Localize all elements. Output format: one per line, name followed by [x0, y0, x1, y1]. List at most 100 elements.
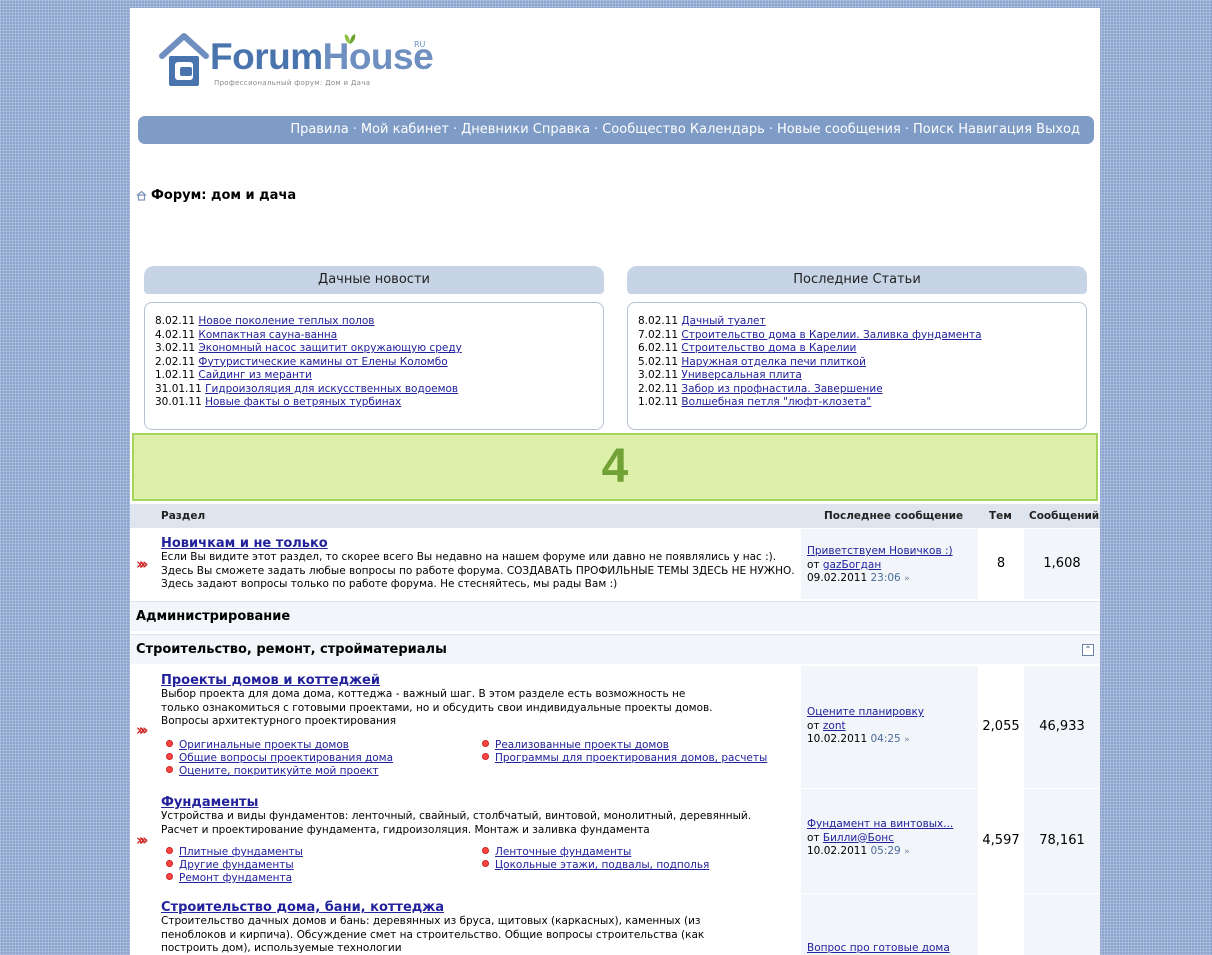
article-link[interactable]: Строительство дома в Карелии. Заливка фу… [681, 329, 981, 341]
forum-row-building: Строительство дома, бани, коттеджа Строи… [130, 894, 1100, 955]
subforum-link[interactable]: Другие фундаменты [166, 859, 294, 871]
house-logo-icon [159, 33, 209, 86]
forum-status-icon: »» [136, 555, 149, 573]
main-navbar: Правила · Мой кабинет · Дневники Справка · Соо… [138, 116, 1094, 144]
forum-table-header: Раздел Последнее сообщение Тем Сообщений [130, 504, 1100, 528]
article-link[interactable]: Наружная отделка печи плиткой [681, 356, 866, 368]
breadcrumb: Форум: дом и дача [136, 188, 296, 203]
news-link[interactable]: Новое поколение теплых полов [198, 315, 374, 327]
news-link[interactable]: Сайдинг из меранти [198, 369, 311, 381]
list-item: 31.01.11 Гидроизоляция для искусственных… [155, 382, 459, 395]
bullet-icon [166, 740, 173, 747]
nav-rules[interactable]: Правила [290, 122, 348, 137]
ad-banner[interactable]: 4 [132, 433, 1098, 501]
subforum-link[interactable]: Ленточные фундаменты [482, 846, 631, 858]
thread-count: 2,055 [978, 666, 1024, 788]
list-item: 1.02.11 Сайдинг из меранти [155, 369, 312, 381]
bullet-icon [482, 753, 489, 760]
news-box: 8.02.11 Новое поколение теплых полов 4.0… [144, 302, 604, 430]
nav-diaries-help[interactable]: Дневники Справка [461, 122, 590, 137]
article-link[interactable]: Строительство дома в Карелии [681, 342, 856, 354]
subforum-link[interactable]: Ремонт фундамента [166, 872, 292, 884]
list-item: 3.02.11 Экономный насос защитит окружающ… [155, 342, 462, 354]
article-link[interactable]: Волшебная петля "люфт-клозета" [681, 396, 871, 408]
nav-community-calendar[interactable]: Сообщество Календарь [602, 122, 765, 137]
logo-suffix: RU [414, 40, 426, 49]
nav-new-posts[interactable]: Новые сообщения [777, 122, 901, 137]
article-link[interactable]: Дачный туалет [681, 315, 765, 327]
forum-status-icon: »» [136, 721, 149, 739]
bullet-icon [482, 847, 489, 854]
articles-box: 8.02.11 Дачный туалет 7.02.11 Строительс… [627, 302, 1087, 430]
category-admin[interactable]: Администрирование [130, 601, 1100, 631]
forum-description: Устройства и виды фундаментов: ленточный… [161, 810, 752, 836]
news-link[interactable]: Экономный насос защитит окружающую среду [198, 342, 461, 354]
col-section: Раздел [161, 510, 206, 522]
forum-title[interactable]: Проекты домов и коттеджей [161, 673, 380, 688]
bullet-icon [482, 860, 489, 867]
forum-title[interactable]: Фундаменты [161, 795, 258, 810]
home-icon[interactable] [136, 190, 147, 201]
forum-row-foundations: »» Фундаменты Устройства и виды фундамен… [130, 789, 1100, 893]
list-item: 2.02.11 Футуристические камины от Елены … [155, 355, 448, 368]
forum-description: Строительство дачных домов и бань: дерев… [161, 915, 705, 954]
last-post-link[interactable]: Оцените планировку [807, 706, 924, 718]
nav-cabinet[interactable]: Мой кабинет [361, 122, 449, 137]
post-count: 1,608 [1024, 529, 1100, 599]
subforum-link[interactable]: Плитные фундаменты [166, 846, 303, 858]
col-posts: Сообщений [1029, 510, 1100, 522]
last-post-link[interactable]: Вопрос про готовые дома [807, 942, 950, 954]
bullet-icon [482, 740, 489, 747]
list-item: 30.01.11 Новые факты о ветряных турбинах [155, 396, 402, 408]
news-link[interactable]: Футуристические камины от Елены Коломбо [198, 356, 447, 368]
subforum-link[interactable]: Цокольные этажи, подвалы, подполья [482, 859, 709, 871]
thread-count: 8 [978, 529, 1024, 599]
bullet-icon [166, 860, 173, 867]
bullet-icon [166, 753, 173, 760]
forum-title[interactable]: Новичкам и не только [161, 536, 328, 551]
last-post-user[interactable]: Билли@Бонс [823, 832, 894, 844]
article-link[interactable]: Универсальная плита [681, 369, 801, 381]
col-threads: Тем [989, 510, 1012, 522]
logo-wordmark: ForumHouse [210, 36, 434, 77]
list-item: 8.02.11 Дачный туалет [638, 315, 766, 327]
forum-description: Если Вы видите этот раздел, то скорее вс… [161, 551, 795, 590]
last-post-link[interactable]: Фундамент на винтовых... [807, 818, 953, 830]
forum-description: Выбор проекта для дома дома, коттеджа - … [161, 688, 713, 727]
subforum-link[interactable]: Оцените, покритикуйте мой проект [166, 765, 379, 777]
subforum-link[interactable]: Программы для проектирования домов, расч… [482, 752, 767, 764]
list-item: 7.02.11 Строительство дома в Карелии. За… [638, 328, 982, 341]
last-post-link[interactable]: Приветствуем Новичков :) [807, 545, 953, 557]
last-post-info: Оцените планировку от zont 10.02.2011 04… [807, 706, 925, 745]
site-logo[interactable]: ForumHouse RU Профессиональный форум: До… [158, 26, 438, 96]
nav-search-navigation-exit[interactable]: Поиск Навигация Выход [913, 122, 1080, 137]
post-count: 46,933 [1024, 666, 1100, 788]
go-to-post-icon[interactable]: » [904, 735, 910, 745]
last-post-info: Вопрос про готовые дома [807, 942, 950, 955]
list-item: 5.02.11 Наружная отделка печи плиткой [638, 355, 866, 368]
collapse-icon[interactable]: ⌃ [1082, 644, 1094, 656]
bullet-icon [166, 873, 173, 880]
post-count: 78,161 [1024, 789, 1100, 893]
list-item: 3.02.11 Универсальная плита [638, 369, 802, 381]
leaf-icon [344, 34, 356, 44]
articles-box-header: Последние Статьи [627, 266, 1087, 294]
list-item: 8.02.11 Новое поколение теплых полов [155, 315, 375, 327]
last-post-info: Фундамент на винтовых... от Билли@Бонс 1… [807, 818, 954, 857]
category-building[interactable]: Строительство, ремонт, стройматериалы ⌃ [130, 634, 1100, 664]
subforum-link[interactable]: Оригинальные проекты домов [166, 739, 349, 751]
forum-status-icon: »» [136, 831, 149, 849]
subforum-link[interactable]: Реализованные проекты домов [482, 739, 669, 751]
subforum-link[interactable]: Общие вопросы проектирования дома [166, 752, 393, 764]
last-post-user[interactable]: zont [823, 720, 846, 732]
last-post-info: Приветствуем Новичков :) от gazБогдан 09… [807, 545, 953, 584]
article-link[interactable]: Забор из профнастила. Завершение [681, 383, 882, 395]
news-link[interactable]: Гидроизоляция для искусственных водоемов [205, 383, 458, 395]
news-link[interactable]: Новые факты о ветряных турбинах [205, 396, 401, 408]
last-post-user[interactable]: gazБогдан [823, 559, 881, 571]
go-to-post-icon[interactable]: » [904, 847, 910, 857]
col-last-post: Последнее сообщение [824, 510, 964, 522]
forum-title[interactable]: Строительство дома, бани, коттеджа [161, 900, 444, 915]
news-link[interactable]: Компактная сауна-ванна [198, 329, 337, 341]
go-to-post-icon[interactable]: » [904, 574, 910, 584]
